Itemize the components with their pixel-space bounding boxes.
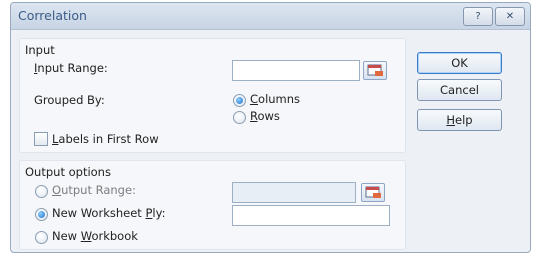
- range-selector-icon: [365, 186, 381, 198]
- help-title-button[interactable]: ?: [463, 7, 493, 26]
- help-button[interactable]: Help: [417, 109, 502, 131]
- new-workbook-label[interactable]: New Workbook: [52, 229, 138, 243]
- correlation-dialog: Correlation ? ✕ Input Input Range: Group…: [10, 2, 531, 253]
- input-range-label: Input Range:: [34, 61, 108, 75]
- dialog-title: Correlation: [18, 8, 87, 23]
- cancel-button[interactable]: Cancel: [417, 79, 502, 101]
- rows-label[interactable]: Rows: [250, 109, 280, 123]
- new-workbook-radio[interactable]: [35, 231, 48, 244]
- output-panel: Output options Output Range: New Workshe…: [19, 160, 406, 250]
- close-icon: ✕: [505, 11, 515, 22]
- close-button[interactable]: ✕: [495, 7, 525, 26]
- question-icon: ?: [475, 11, 481, 22]
- output-range-label[interactable]: Output Range:: [52, 183, 136, 197]
- columns-radio[interactable]: [233, 94, 246, 107]
- columns-label[interactable]: Columns: [250, 92, 300, 106]
- input-section-label: Input: [25, 43, 55, 57]
- ok-button[interactable]: OK: [417, 52, 502, 74]
- labels-first-row-label[interactable]: Labels in First Row: [52, 132, 159, 146]
- output-range-collapse-button[interactable]: [361, 183, 385, 202]
- output-range-radio[interactable]: [35, 185, 48, 198]
- new-worksheet-label[interactable]: New Worksheet Ply:: [52, 206, 165, 220]
- output-range-field[interactable]: [232, 182, 356, 203]
- new-worksheet-radio[interactable]: [35, 208, 48, 221]
- input-range-field[interactable]: [232, 60, 360, 81]
- rows-radio[interactable]: [233, 111, 246, 124]
- input-range-collapse-button[interactable]: [363, 61, 387, 80]
- new-worksheet-name-field[interactable]: [232, 205, 390, 226]
- range-selector-icon: [367, 64, 383, 76]
- output-section-label: Output options: [25, 165, 111, 179]
- grouped-by-label: Grouped By:: [34, 93, 105, 107]
- input-panel: Input Input Range: Grouped By: Columns R…: [19, 38, 406, 153]
- labels-first-row-checkbox[interactable]: [34, 132, 48, 146]
- title-bar[interactable]: Correlation ? ✕: [11, 3, 530, 30]
